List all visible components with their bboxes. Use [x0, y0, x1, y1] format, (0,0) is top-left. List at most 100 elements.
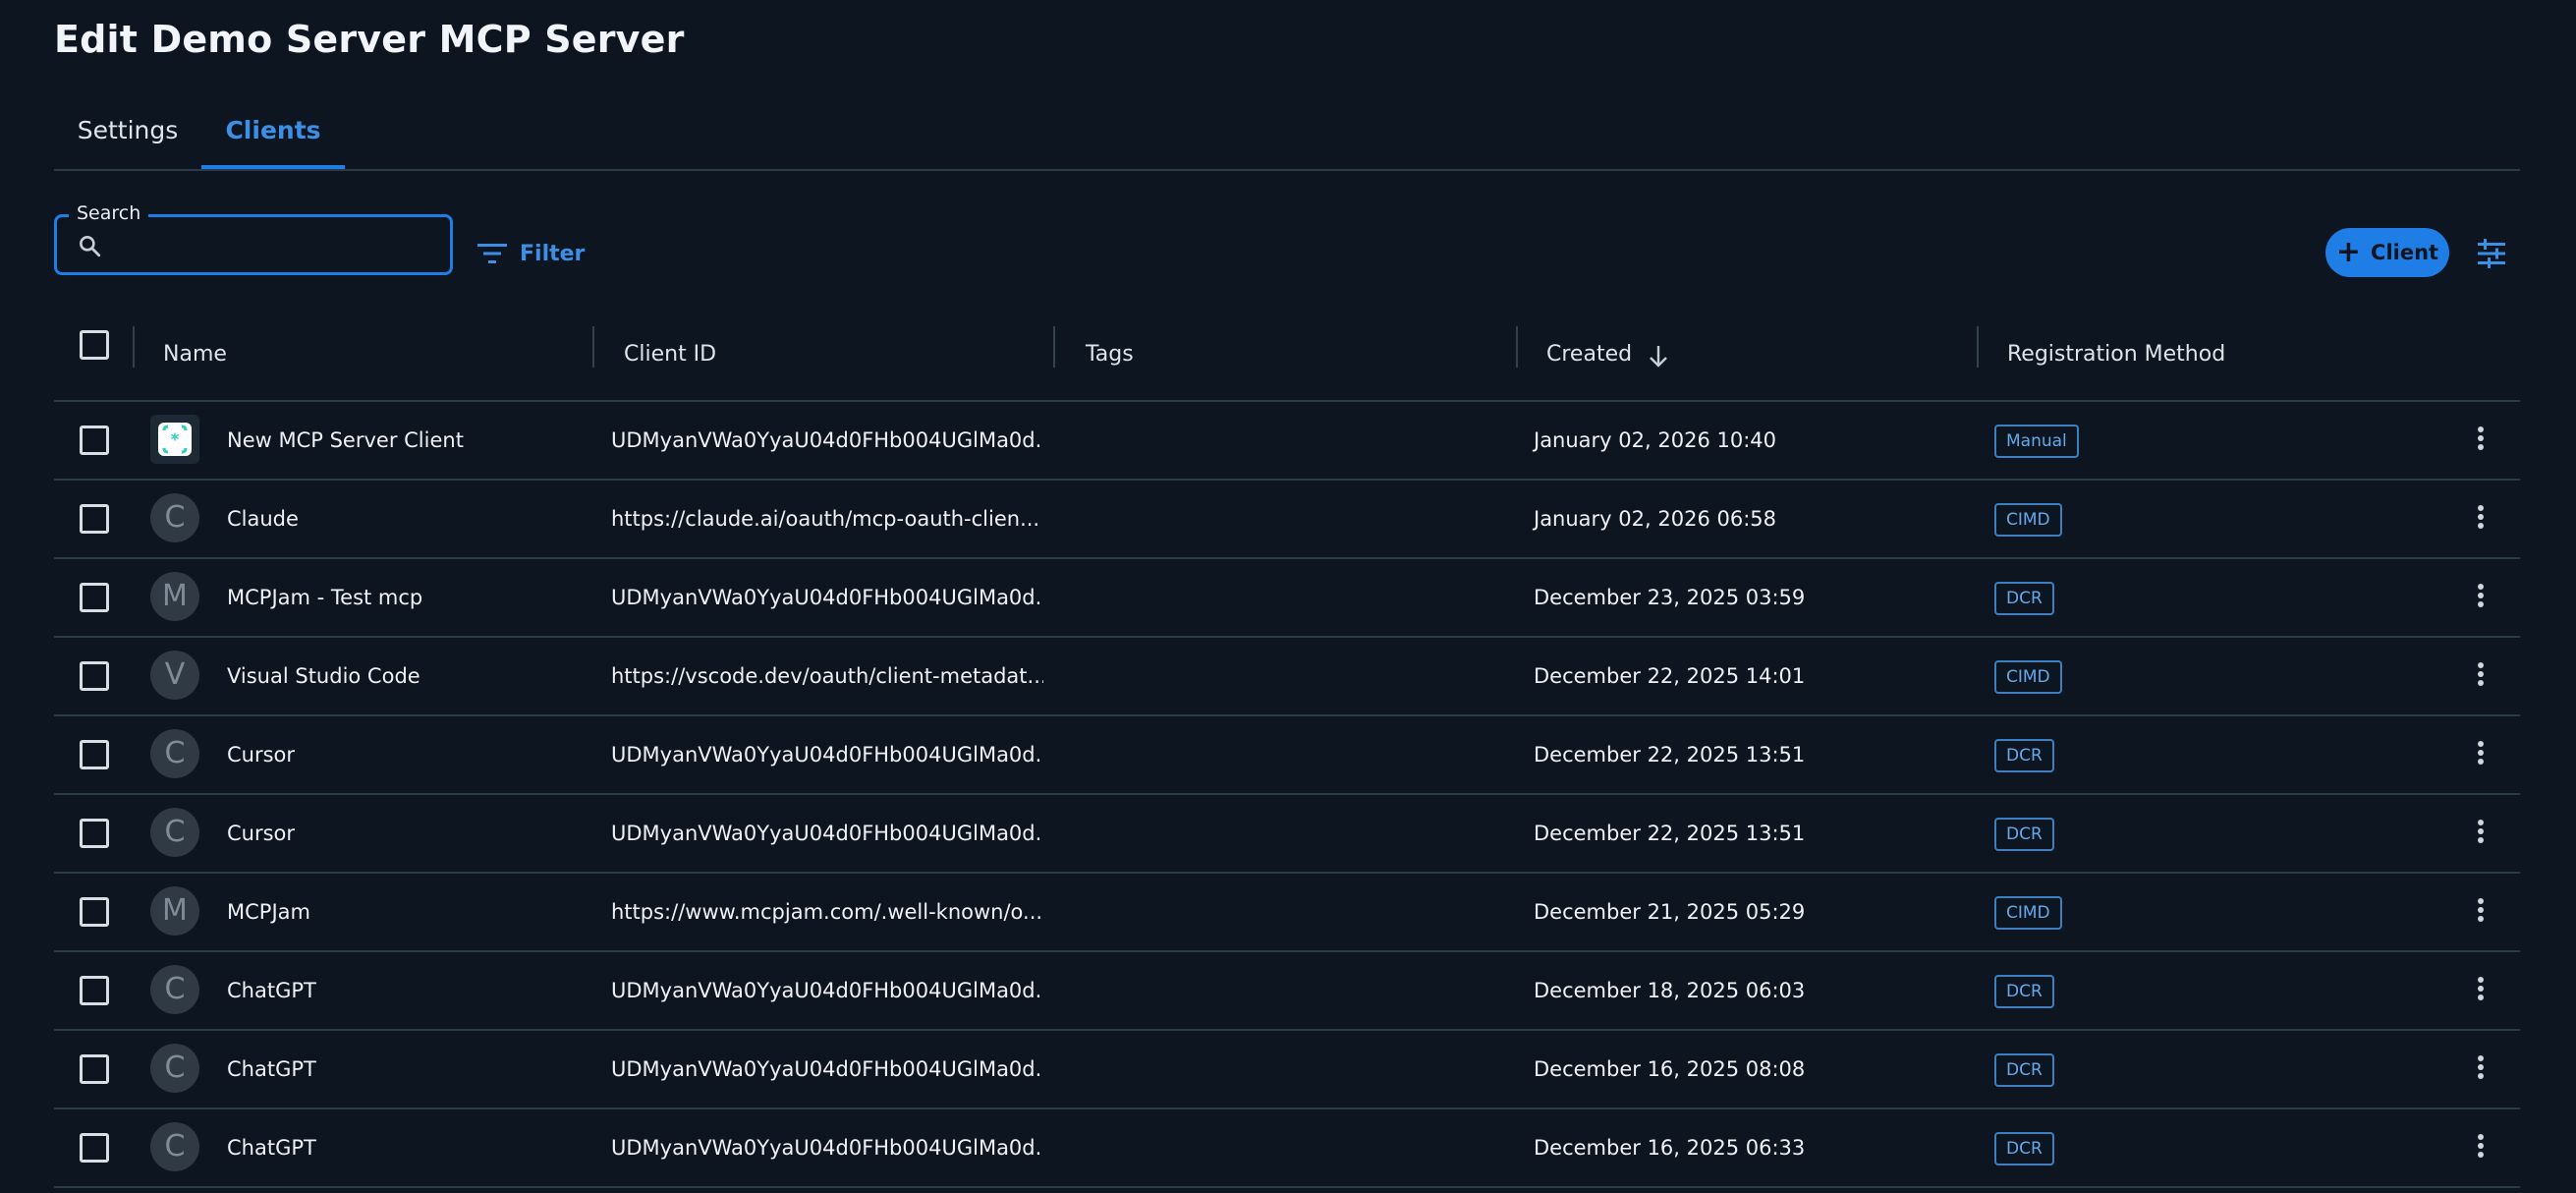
row-checkbox[interactable] — [80, 897, 109, 927]
created-date: December 21, 2025 05:29 — [1534, 900, 1806, 924]
registration-method-badge: DCR — [1994, 975, 2054, 1008]
registration-method-badge: CIMD — [1994, 896, 2062, 930]
created-date: January 02, 2026 10:40 — [1534, 428, 1776, 452]
clients-table: Name Client ID Tags Created Registration… — [54, 307, 2520, 1188]
created-date: December 18, 2025 06:03 — [1534, 979, 1806, 1002]
table-row[interactable]: M MCPJam - Test mcp UDMyanVWa0YyaU04d0FHb0… — [54, 559, 2520, 638]
client-name: Visual Studio Code — [227, 664, 420, 688]
column-separator — [1977, 326, 1979, 368]
table-row[interactable]: M MCPJam https://www.mcpjam.com/.well-know… — [54, 874, 2520, 952]
column-separator — [1516, 326, 1518, 368]
plus-icon: + — [2335, 235, 2362, 269]
column-settings-icon[interactable] — [2476, 239, 2507, 268]
column-separator — [1053, 326, 1055, 368]
client-id: https://vscode.dev/oauth/client-metadat.… — [611, 664, 1043, 688]
select-all-checkbox[interactable] — [80, 330, 109, 360]
client-name: ChatGPT — [227, 1057, 316, 1081]
row-checkbox[interactable] — [80, 661, 109, 691]
registration-method-badge: DCR — [1994, 582, 2054, 615]
search-input[interactable] — [114, 225, 442, 266]
kebab-menu-icon[interactable] — [2468, 581, 2493, 614]
column-separator — [133, 326, 135, 368]
search-field[interactable]: Search — [54, 202, 453, 275]
filter-button[interactable]: Filter — [476, 232, 585, 275]
page-title: Edit Demo Server MCP Server — [54, 18, 685, 61]
kebab-menu-icon[interactable] — [2468, 817, 2493, 850]
row-checkbox[interactable] — [80, 426, 109, 455]
row-checkbox[interactable] — [80, 740, 109, 769]
registration-method-badge: DCR — [1994, 739, 2054, 772]
registration-method-badge: CIMD — [1994, 660, 2062, 694]
registration-method-badge: DCR — [1994, 1053, 2054, 1087]
add-client-button[interactable]: + Client — [2325, 228, 2449, 277]
registration-method-badge: DCR — [1994, 1132, 2054, 1165]
avatar: C — [150, 493, 199, 542]
kebab-menu-icon[interactable] — [2468, 424, 2493, 457]
tab-settings[interactable]: Settings — [54, 108, 201, 167]
kebab-menu-icon[interactable] — [2468, 974, 2493, 1007]
client-id: https://claude.ai/oauth/mcp-oauth-clien.… — [611, 507, 1040, 531]
table-header: Name Client ID Tags Created Registration… — [54, 307, 2520, 402]
table-row[interactable]: * New MCP Server Client UDMyanVWa0YyaU04d0… — [54, 402, 2520, 481]
client-id: UDMyanVWa0YyaU04d0FHb004UGlMa0d... — [611, 1057, 1043, 1081]
column-header-tags[interactable]: Tags — [1086, 330, 1134, 379]
row-checkbox[interactable] — [80, 504, 109, 534]
registration-method-badge: Manual — [1994, 425, 2079, 458]
column-separator — [592, 326, 594, 368]
row-checkbox[interactable] — [80, 1133, 109, 1163]
client-logo-icon: * — [150, 415, 199, 464]
table-row[interactable]: V Visual Studio Code https://vscode.dev/oa… — [54, 638, 2520, 716]
column-header-registration-method[interactable]: Registration Method — [2007, 330, 2225, 379]
table-row[interactable]: C ChatGPT UDMyanVWa0YyaU04d0FHb004UGlMa0d.… — [54, 1109, 2520, 1188]
column-header-client-id[interactable]: Client ID — [624, 330, 716, 379]
client-id: UDMyanVWa0YyaU04d0FHb004UGlMa0d... — [611, 1136, 1043, 1160]
client-id: UDMyanVWa0YyaU04d0FHb004UGlMa0d... — [611, 586, 1043, 609]
client-name: Cursor — [227, 743, 296, 767]
tab-bar: Settings Clients — [54, 108, 2520, 171]
tab-clients[interactable]: Clients — [201, 108, 345, 169]
kebab-menu-icon[interactable] — [2468, 1052, 2493, 1086]
avatar: V — [150, 651, 199, 700]
sort-arrow-down-icon[interactable] — [1648, 344, 1669, 369]
avatar: C — [150, 1122, 199, 1171]
kebab-menu-icon[interactable] — [2468, 738, 2493, 771]
filter-label: Filter — [520, 241, 586, 266]
created-date: December 22, 2025 14:01 — [1534, 664, 1806, 688]
avatar: C — [150, 965, 199, 1014]
row-checkbox[interactable] — [80, 819, 109, 848]
table-body: * New MCP Server Client UDMyanVWa0YyaU04d0… — [54, 402, 2520, 1188]
table-row[interactable]: C ChatGPT UDMyanVWa0YyaU04d0FHb004UGlMa0d.… — [54, 952, 2520, 1031]
kebab-menu-icon[interactable] — [2468, 502, 2493, 536]
table-row[interactable]: C ChatGPT UDMyanVWa0YyaU04d0FHb004UGlMa0d.… — [54, 1031, 2520, 1109]
kebab-menu-icon[interactable] — [2468, 659, 2493, 693]
registration-method-badge: DCR — [1994, 818, 2054, 851]
client-name: Claude — [227, 507, 299, 531]
client-id: UDMyanVWa0YyaU04d0FHb004UGlMa0d... — [611, 743, 1043, 767]
kebab-menu-icon[interactable] — [2468, 1131, 2493, 1165]
add-client-label: Client — [2371, 241, 2439, 264]
client-name: New MCP Server Client — [227, 428, 464, 452]
avatar: C — [150, 1044, 199, 1093]
client-name: ChatGPT — [227, 979, 316, 1002]
edit-server-page: Edit Demo Server MCP Server Settings Cli… — [0, 0, 2576, 1193]
search-label: Search — [69, 202, 149, 224]
created-date: December 16, 2025 06:33 — [1534, 1136, 1806, 1160]
avatar: C — [150, 729, 199, 778]
avatar: M — [150, 572, 199, 621]
row-checkbox[interactable] — [80, 583, 109, 612]
column-header-created[interactable]: Created — [1546, 330, 1632, 379]
created-date: December 23, 2025 03:59 — [1534, 586, 1806, 609]
client-name: MCPJam — [227, 900, 310, 924]
row-checkbox[interactable] — [80, 1054, 109, 1084]
row-checkbox[interactable] — [80, 976, 109, 1005]
client-name: Cursor — [227, 822, 296, 845]
registration-method-badge: CIMD — [1994, 503, 2062, 537]
table-row[interactable]: C Claude https://claude.ai/oauth/mcp-oauth… — [54, 481, 2520, 559]
column-header-name[interactable]: Name — [163, 330, 227, 379]
table-row[interactable]: C Cursor UDMyanVWa0YyaU04d0FHb004UGlMa0d..… — [54, 795, 2520, 874]
client-id: UDMyanVWa0YyaU04d0FHb004UGlMa0d... — [611, 979, 1043, 1002]
kebab-menu-icon[interactable] — [2468, 895, 2493, 929]
filter-icon — [477, 244, 507, 263]
created-date: December 22, 2025 13:51 — [1534, 743, 1806, 767]
table-row[interactable]: C Cursor UDMyanVWa0YyaU04d0FHb004UGlMa0d..… — [54, 716, 2520, 795]
